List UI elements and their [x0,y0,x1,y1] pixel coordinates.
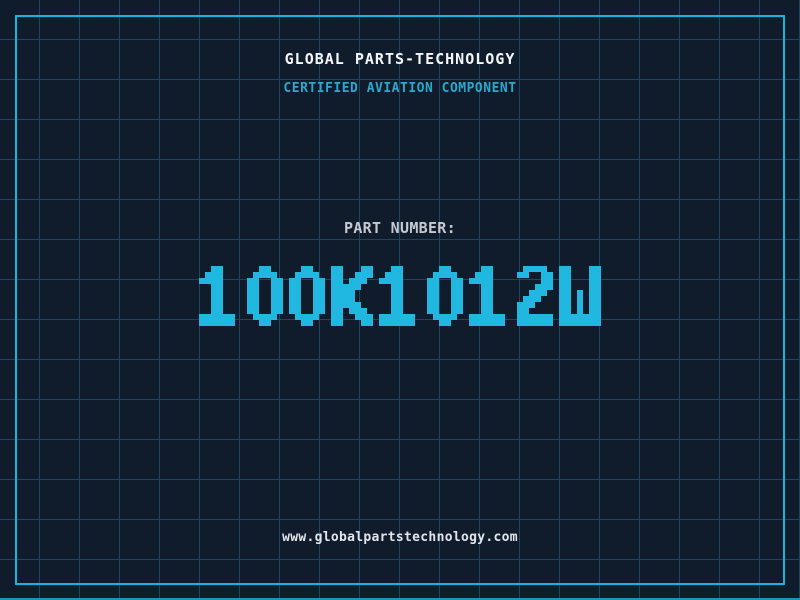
company-name: GLOBAL PARTS-TECHNOLOGY [284,50,516,68]
certification-text: CERTIFIED AVIATION COMPONENT [283,81,517,96]
part-number-label: PART NUMBER: [344,219,456,237]
website-url: www.globalpartstechnology.com [282,530,518,545]
part-number-display [0,266,800,326]
part-label-card: GLOBAL PARTS-TECHNOLOGY CERTIFIED AVIATI… [0,0,800,600]
